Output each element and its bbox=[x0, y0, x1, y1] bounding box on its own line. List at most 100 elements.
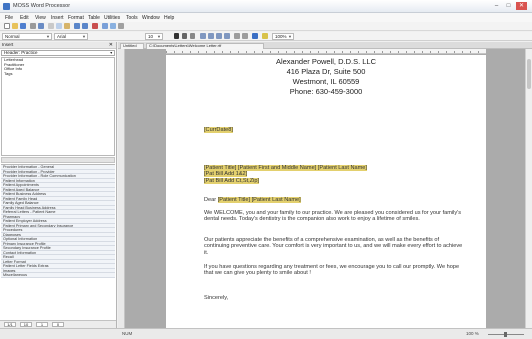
print-icon[interactable] bbox=[30, 23, 36, 29]
insert-table-icon[interactable] bbox=[102, 23, 108, 29]
menu-file[interactable]: File bbox=[5, 15, 13, 21]
paragraph-2: Our patients appreciate the benefits of … bbox=[204, 237, 463, 256]
merge-field[interactable]: [CurrDate8] bbox=[204, 127, 233, 133]
salutation-prefix: Dear bbox=[204, 197, 218, 203]
font-size-select[interactable]: 10 ▼ bbox=[145, 33, 163, 40]
find-icon[interactable] bbox=[118, 23, 124, 29]
zoom-slider-handle[interactable] bbox=[504, 332, 507, 337]
close-button[interactable]: ✕ bbox=[516, 2, 527, 10]
app-logo-icon bbox=[3, 3, 10, 10]
paragraph-3: If you have questions regarding any trea… bbox=[204, 264, 460, 277]
style-select-value: Normal bbox=[5, 34, 20, 39]
maximize-button[interactable]: □ bbox=[503, 2, 514, 10]
menu-format[interactable]: Format bbox=[68, 15, 84, 21]
print-preview-icon[interactable] bbox=[38, 23, 44, 29]
paragraph-1: We WELCOME, you and your family to our p… bbox=[204, 210, 462, 223]
save-icon[interactable] bbox=[20, 23, 26, 29]
insert-panel-footer: 1/1 10 1 0 bbox=[0, 320, 116, 328]
new-document-icon[interactable] bbox=[4, 23, 10, 29]
insert-panel-header: Insert ✕ bbox=[0, 42, 116, 49]
insert-image-icon[interactable] bbox=[110, 23, 116, 29]
category-select[interactable]: Header: Practice ▼ bbox=[1, 50, 115, 56]
field-category-list: Provider Information - General Provider … bbox=[1, 164, 115, 278]
document-tabs: Untitled C:\Documents\Letters\Welcome Le… bbox=[118, 42, 532, 49]
address-block: [Patient Title] [Patient First and Middl… bbox=[204, 165, 466, 184]
align-left-icon[interactable] bbox=[200, 33, 206, 39]
menu-tools[interactable]: Tools bbox=[126, 15, 138, 21]
menu-window[interactable]: Window bbox=[142, 15, 160, 21]
field-category-item[interactable]: Miscellaneous bbox=[1, 273, 115, 278]
menu-insert[interactable]: Insert bbox=[51, 15, 64, 21]
close-icon[interactable]: ✕ bbox=[109, 42, 113, 48]
undo-icon[interactable] bbox=[74, 23, 80, 29]
category-select-value: Header: Practice bbox=[4, 50, 38, 55]
scrollbar-thumb[interactable] bbox=[527, 59, 531, 89]
document-area: Untitled C:\Documents\Letters\Welcome Le… bbox=[118, 42, 532, 328]
font-select-value: Arial bbox=[57, 34, 67, 39]
practice-city: Westmont, IL 60559 bbox=[292, 77, 360, 86]
paste-icon[interactable] bbox=[64, 23, 70, 29]
menu-view[interactable]: View bbox=[35, 15, 46, 21]
chevron-down-icon: ▼ bbox=[46, 34, 50, 39]
status-bar: NUM 100 % bbox=[0, 328, 532, 339]
closing: Sincerely, bbox=[204, 295, 229, 301]
menu-bar: File Edit View Insert Format Table Utili… bbox=[0, 13, 532, 22]
chevron-down-icon: ▼ bbox=[288, 34, 292, 39]
page-indicator[interactable]: 1/1 bbox=[4, 322, 16, 327]
merge-field[interactable]: [Pat Bill Add Ct,St,Zip] bbox=[204, 177, 260, 184]
cut-icon[interactable] bbox=[48, 23, 54, 29]
footer-field[interactable]: 10 bbox=[20, 322, 32, 327]
paragraph-icon[interactable] bbox=[252, 33, 258, 39]
open-folder-icon[interactable] bbox=[12, 23, 18, 29]
list-item[interactable]: Tags bbox=[2, 71, 114, 77]
insert-item-list: Letterhead Practitioner Office Info Tags bbox=[1, 57, 115, 156]
spellcheck-icon[interactable] bbox=[92, 23, 98, 29]
menu-utilities[interactable]: Utilities bbox=[104, 15, 120, 21]
redo-icon[interactable] bbox=[82, 23, 88, 29]
practice-name: Alexander Powell, D.D.S. LLC bbox=[275, 57, 377, 66]
practice-street: 416 Plaza Dr, Suite 500 bbox=[286, 67, 366, 76]
underline-icon[interactable] bbox=[190, 33, 195, 39]
date-field[interactable]: [CurrDate8] bbox=[204, 127, 466, 133]
footer-field[interactable]: 0 bbox=[52, 322, 64, 327]
insert-panel-title: Insert bbox=[2, 42, 14, 47]
align-center-icon[interactable] bbox=[208, 33, 214, 39]
insert-panel: Insert ✕ Header: Practice ▼ Letterhead P… bbox=[0, 42, 117, 328]
app-window: MOSS Word Processor – □ ✕ File Edit View… bbox=[0, 0, 532, 339]
merge-field[interactable]: [Patient Title] [Patient Last Name] bbox=[217, 197, 301, 203]
zoom-select[interactable]: 100% ▼ bbox=[272, 33, 294, 40]
copy-icon[interactable] bbox=[56, 23, 62, 29]
style-select[interactable]: Normal ▼ bbox=[2, 33, 52, 40]
chevron-down-icon: ▼ bbox=[82, 34, 86, 39]
font-size-value: 10 bbox=[148, 34, 154, 39]
italic-icon[interactable] bbox=[182, 33, 187, 39]
minimize-button[interactable]: – bbox=[491, 2, 502, 10]
align-right-icon[interactable] bbox=[216, 33, 222, 39]
bold-icon[interactable] bbox=[174, 33, 179, 39]
title-bar: MOSS Word Processor – □ ✕ bbox=[0, 0, 532, 13]
numbering-icon[interactable] bbox=[242, 33, 248, 39]
horizontal-ruler[interactable] bbox=[166, 49, 486, 54]
horizontal-scrollbar[interactable] bbox=[1, 157, 115, 163]
document-page[interactable]: Alexander Powell, D.D.S. LLC 416 Plaza D… bbox=[166, 55, 486, 328]
bullets-icon[interactable] bbox=[234, 33, 240, 39]
footer-field[interactable]: 1 bbox=[36, 322, 48, 327]
menu-help[interactable]: Help bbox=[164, 15, 174, 21]
vertical-ruler bbox=[118, 49, 125, 328]
status-zoom: 100 % bbox=[466, 331, 479, 336]
standard-toolbar bbox=[0, 22, 532, 31]
justify-icon[interactable] bbox=[224, 33, 230, 39]
menu-table[interactable]: Table bbox=[88, 15, 100, 21]
letterhead: Alexander Powell, D.D.S. LLC 416 Plaza D… bbox=[166, 57, 486, 97]
formatting-toolbar: Normal ▼ Arial ▼ 10 ▼ 100% ▼ bbox=[0, 32, 532, 41]
zoom-value: 100% bbox=[275, 34, 287, 39]
highlight-icon[interactable] bbox=[262, 33, 268, 39]
salutation: Dear [Patient Title] [Patient Last Name] bbox=[204, 197, 466, 203]
merge-field[interactable]: [Pat Bill Add 1&2] bbox=[204, 171, 248, 178]
menu-edit[interactable]: Edit bbox=[20, 15, 29, 21]
chevron-down-icon: ▼ bbox=[109, 51, 113, 55]
merge-field[interactable]: [Patient Title] [Patient First and Middl… bbox=[204, 165, 367, 171]
window-title: MOSS Word Processor bbox=[13, 3, 71, 9]
vertical-scrollbar[interactable] bbox=[525, 49, 532, 328]
font-select[interactable]: Arial ▼ bbox=[54, 33, 88, 40]
